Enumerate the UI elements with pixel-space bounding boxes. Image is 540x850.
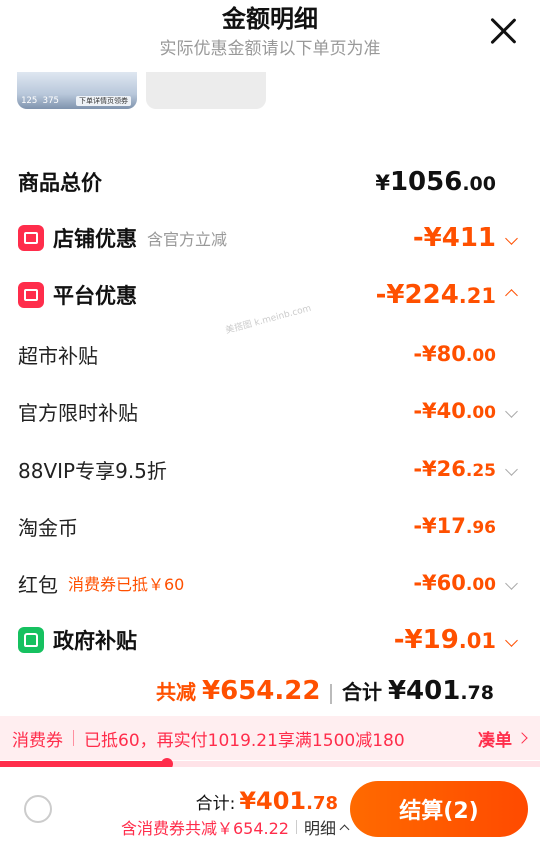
total-price-row: 商品总价 ¥1056.00 [18, 162, 522, 202]
product-thumbnails: 125 375 下单详情页领券 [0, 72, 540, 110]
platform-discount-label: 平台优惠 [53, 284, 137, 308]
summary-total-value: ¥401 [387, 676, 461, 706]
item-note: 消费券已抵￥60 [68, 575, 185, 594]
coupon-tag: 消费券 [12, 730, 63, 751]
chevron-right-icon [516, 732, 528, 744]
shop-icon [18, 225, 44, 251]
chevron-down-icon[interactable] [505, 404, 518, 418]
saved-label: 共减 [156, 680, 197, 704]
shop-discount-note: 含官方立减 [147, 230, 228, 249]
add-items-link[interactable]: 凑单 [478, 726, 528, 751]
close-icon[interactable] [488, 16, 518, 46]
chevron-down-icon[interactable] [505, 576, 518, 590]
divider [73, 730, 74, 746]
item-label: 红包 [18, 572, 58, 597]
divider [330, 684, 332, 704]
thumbnail-badge: 下单详情页领券 [76, 96, 131, 106]
item-label: 88VIP专享9.5折 [18, 458, 167, 483]
chevron-down-icon[interactable] [505, 462, 518, 476]
summary-total-label: 合计 [341, 680, 382, 704]
item-label: 官方限时补贴 [18, 400, 138, 425]
detail-toggle[interactable]: 明细 [304, 815, 336, 839]
list-item: 超市补贴 -¥80.00 [18, 334, 522, 374]
gov-subsidy-row[interactable]: 政府补贴 -¥19.01 [18, 620, 522, 660]
footer-total-value: ¥401 [239, 787, 307, 815]
list-item[interactable]: 红包 消费券已抵￥60 -¥60.00 [18, 563, 522, 603]
footer-total: 合计: ¥401.78 [195, 787, 338, 815]
ticket-icon [18, 282, 44, 308]
coupon-banner[interactable]: 消费券 已抵60，再实付1019.21享满1500减180 凑单 [0, 716, 540, 760]
gov-subsidy-value: -¥19.01 [393, 625, 496, 655]
chevron-up-icon[interactable] [505, 288, 518, 302]
gov-subsidy-label: 政府补贴 [53, 629, 137, 653]
item-label: 超市补贴 [18, 343, 98, 368]
shop-discount-value: -¥411 [412, 223, 496, 253]
product-thumbnail[interactable] [146, 72, 266, 109]
item-label: 淘金币 [18, 515, 78, 540]
footer-savings: 含消费券共减￥654.22 明细 [120, 815, 350, 839]
sheet-title: 金额明细 [222, 5, 318, 33]
shop-discount-label: 店铺优惠 [53, 227, 137, 251]
amount-detail-sheet: 金额明细 实际优惠金额请以下单页为准 125 375 下单详情页领券 商品总价 … [0, 0, 540, 850]
product-thumbnail[interactable]: 125 375 下单详情页领券 [17, 72, 137, 109]
chevron-down-icon[interactable] [505, 633, 518, 647]
chevron-down-icon[interactable] [505, 231, 518, 245]
list-item[interactable]: 官方限时补贴 -¥40.00 [18, 391, 522, 431]
footer-total-label: 合计: [195, 794, 236, 814]
platform-discount-row[interactable]: 平台优惠 -¥224.21 [18, 275, 522, 315]
total-price-value: ¥1056.00 [375, 167, 496, 197]
platform-discount-value: -¥224.21 [375, 280, 496, 310]
house-icon [18, 627, 44, 653]
sheet-subtitle: 实际优惠金额请以下单页为准 [159, 39, 381, 59]
checkout-bar: 合计: ¥401.78 含消费券共减￥654.22 明细 结算(2) [0, 767, 540, 850]
list-item: 淘金币 -¥17.96 [18, 506, 522, 546]
divider [295, 820, 297, 834]
footer-savings-text: 含消费券共减￥654.22 [120, 819, 289, 838]
total-price-label: 商品总价 [18, 171, 102, 195]
thumbnail-caption: 125 375 [21, 96, 59, 106]
list-item[interactable]: 88VIP专享9.5折 -¥26.25 [18, 449, 522, 489]
checkout-button[interactable]: 结算(2) [350, 781, 528, 837]
sheet-header: 金额明细 实际优惠金额请以下单页为准 [0, 0, 540, 70]
select-all-checkbox[interactable] [24, 795, 52, 823]
saved-value: ¥654.22 [202, 676, 321, 706]
summary-line: 共减 ¥654.22 合计 ¥401.78 [156, 676, 494, 706]
coupon-text: 已抵60，再实付1019.21享满1500减180 [84, 730, 405, 751]
chevron-up-icon[interactable] [339, 824, 350, 834]
shop-discount-row[interactable]: 店铺优惠 含官方立减 -¥411 [18, 218, 522, 258]
